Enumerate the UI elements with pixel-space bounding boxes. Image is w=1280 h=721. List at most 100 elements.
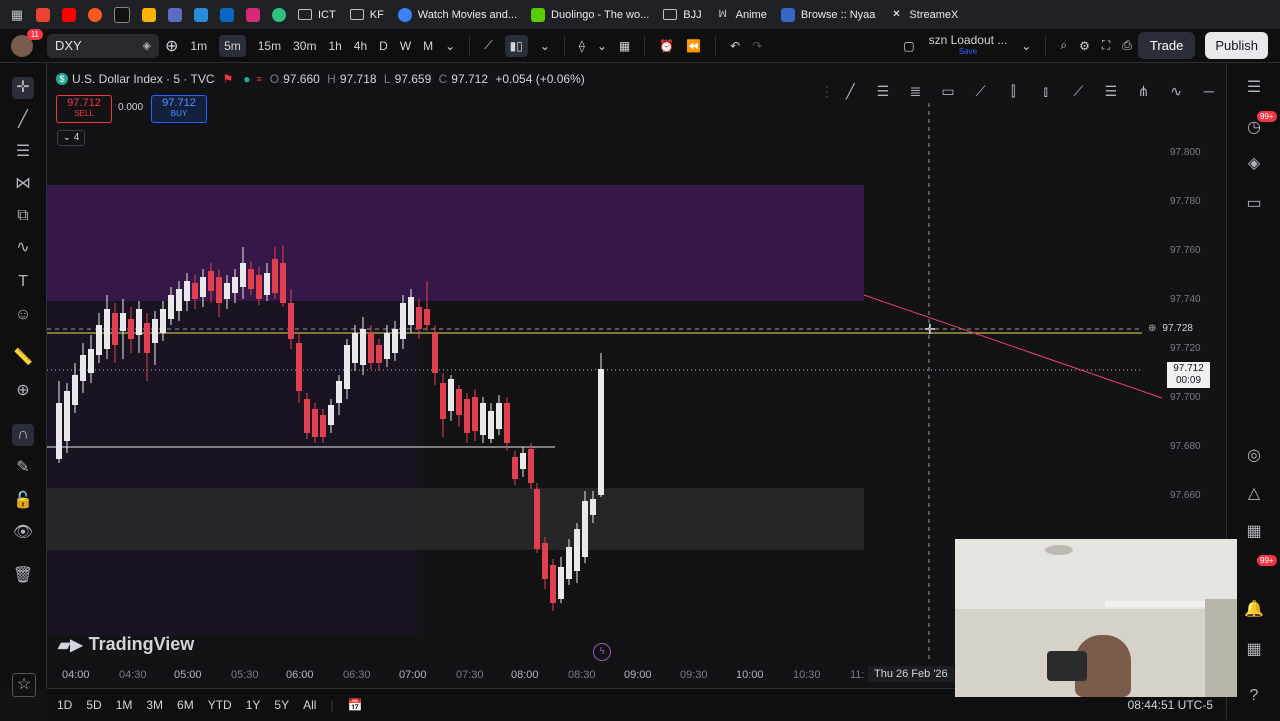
range-3m[interactable]: 3M (146, 698, 163, 712)
interval-d[interactable]: D (379, 39, 388, 53)
buy-button[interactable]: 97.712 BUY (151, 95, 207, 123)
help-icon[interactable]: ? (1243, 687, 1265, 709)
range-1y[interactable]: 1Y (246, 698, 261, 712)
pattern-grid-icon[interactable]: ▦ (1243, 639, 1265, 661)
sell-button[interactable]: 97.712 SELL (56, 95, 112, 123)
menu-icon[interactable]: ≡ (257, 74, 262, 84)
ideas-icon[interactable]: △ (1243, 483, 1265, 505)
replay-icon[interactable]: ⏪ (686, 39, 701, 53)
anchor-icon[interactable]: ⋔ (1127, 83, 1160, 100)
range-ytd[interactable]: YTD (208, 698, 232, 712)
camera-icon[interactable]: ⎙ (1122, 38, 1132, 53)
bookmark-watch-movies[interactable]: Watch Movies and... (397, 7, 517, 22)
ray-icon[interactable]: ⟋ (1062, 83, 1095, 100)
interval-15m[interactable]: 15m (258, 39, 281, 53)
chevron-down-icon[interactable]: ⌄ (1021, 39, 1031, 53)
chevron-down-icon[interactable]: ⌄ (445, 39, 455, 53)
watchlist-icon[interactable]: ☰ (1243, 77, 1265, 99)
indicators-icon[interactable]: ⟠ (579, 39, 585, 53)
publish-button[interactable]: Publish (1205, 32, 1268, 59)
fib-tool-icon[interactable]: ≣ (899, 83, 932, 100)
range-5y[interactable]: 5Y (274, 698, 289, 712)
star-icon[interactable]: ☆ (12, 673, 36, 697)
bell-icon[interactable]: 🔔 (1243, 599, 1265, 621)
fib-icon[interactable]: ☰ (12, 141, 34, 163)
levels-icon[interactable]: ☰ (1095, 83, 1128, 100)
chevron-down-icon[interactable]: ⌄ (540, 39, 550, 53)
range-6m[interactable]: 6M (177, 698, 194, 712)
bookmark-icon[interactable] (272, 7, 286, 22)
interval-5m[interactable]: 5m (219, 34, 246, 57)
compare-plus-icon[interactable]: ⊕ (165, 36, 178, 56)
bookmark-kf[interactable]: KF (349, 9, 384, 21)
eye-icon[interactable]: 👁 (12, 522, 34, 544)
short-position-icon[interactable]: ⫾ (1029, 83, 1062, 100)
channel-icon[interactable]: ☰ (867, 83, 900, 100)
range-all[interactable]: All (303, 698, 316, 712)
redo-icon[interactable]: ↷ (752, 39, 762, 53)
bookmark-ict[interactable]: ICT (298, 9, 336, 21)
target-icon[interactable]: ◎ (1243, 445, 1265, 467)
avatar[interactable]: 11 (11, 28, 43, 57)
hline-icon[interactable]: ─ (1192, 83, 1225, 99)
bookmark-streamex[interactable]: ✕ StreameX (889, 8, 958, 22)
lightning-icon[interactable]: ϟ (593, 643, 611, 661)
wave-icon[interactable]: ∿ (1160, 83, 1193, 100)
fullscreen-icon[interactable]: ⛶ (1102, 38, 1110, 53)
crosshair-icon[interactable]: ✛ (12, 77, 34, 99)
brave-icon[interactable] (88, 7, 102, 22)
range-1d[interactable]: 1D (57, 698, 72, 712)
trendline-icon[interactable]: ╱ (12, 109, 34, 131)
text-icon[interactable]: T (12, 271, 34, 293)
apps-grid-icon[interactable]: ▦ (8, 7, 26, 23)
youtube-icon[interactable] (62, 7, 76, 22)
search-icon[interactable]: ⌕ (1060, 38, 1067, 53)
symbol-search[interactable]: DXY ◈ (47, 33, 159, 58)
interval-1m[interactable]: 1m (190, 39, 207, 53)
position-icon[interactable]: ⧉ (12, 205, 34, 227)
bookmark-anime[interactable]: ꟽ Anime (716, 8, 767, 22)
goto-date-icon[interactable]: 📅 (348, 698, 363, 712)
path-icon[interactable]: ⟋ (964, 83, 997, 100)
bookmark-icon[interactable] (168, 7, 182, 22)
layers-icon[interactable]: ◈ (1243, 153, 1265, 175)
line-chart-icon[interactable]: ⟋ (484, 38, 492, 53)
interval-w[interactable]: W (400, 39, 411, 53)
magnet-icon[interactable]: ∩ (12, 424, 34, 446)
brush-icon[interactable]: ∿ (12, 237, 34, 259)
lock-icon[interactable]: 🔓 (12, 490, 34, 512)
bookmark-nyaa[interactable]: Browse :: Nyaa (780, 7, 875, 22)
layout-name[interactable]: szn Loadout ... Save (929, 34, 1008, 57)
layout-box-icon[interactable]: ▢ (903, 39, 914, 53)
bookmark-bjj[interactable]: BJJ (663, 9, 702, 21)
interval-4h[interactable]: 4h (354, 39, 367, 53)
rectangle-icon[interactable]: ▭ (932, 83, 965, 100)
bookmark-icon[interactable] (194, 7, 208, 22)
range-5d[interactable]: 5D (86, 698, 101, 712)
clock-text[interactable]: 08:44:51 UTC-5 (1128, 698, 1213, 712)
tradingview-watermark[interactable]: ▰▶ TradingView (58, 634, 194, 655)
templates-icon[interactable]: ▦ (619, 39, 630, 53)
alert-icon[interactable]: ⏰ (659, 39, 674, 53)
instagram-icon[interactable] (246, 7, 260, 22)
add-alert-icon[interactable]: ⊕ (1148, 323, 1156, 334)
flag-icon[interactable]: ⚑ (223, 72, 234, 86)
drag-handle-icon[interactable]: ⋮ (820, 83, 834, 100)
interval-30m[interactable]: 30m (293, 39, 316, 53)
pencil-lock-icon[interactable]: ✎ (12, 457, 34, 479)
trade-button[interactable]: Trade (1137, 32, 1196, 59)
ruler-icon[interactable]: 📏 (12, 347, 34, 369)
bookmark-icon[interactable] (142, 7, 156, 22)
line-tool-icon[interactable]: ╱ (834, 83, 867, 100)
gear-icon[interactable]: ⚙ (1079, 39, 1090, 53)
emoji-icon[interactable]: ☺ (12, 304, 34, 326)
linkedin-icon[interactable] (220, 7, 234, 22)
tradingview-icon[interactable] (114, 6, 130, 23)
indicators-toggle[interactable]: ⌄ 4 (57, 130, 85, 146)
symbol-title[interactable]: U.S. Dollar Index · 5 · TVC (72, 72, 215, 86)
interval-m[interactable]: M (423, 39, 433, 53)
calendar-icon[interactable]: ▦ (1243, 521, 1265, 543)
gmail-icon[interactable] (36, 7, 50, 22)
bookmark-duolingo[interactable]: Duolingo - The wo... (531, 7, 649, 22)
trash-icon[interactable]: 🗑 (12, 565, 34, 587)
